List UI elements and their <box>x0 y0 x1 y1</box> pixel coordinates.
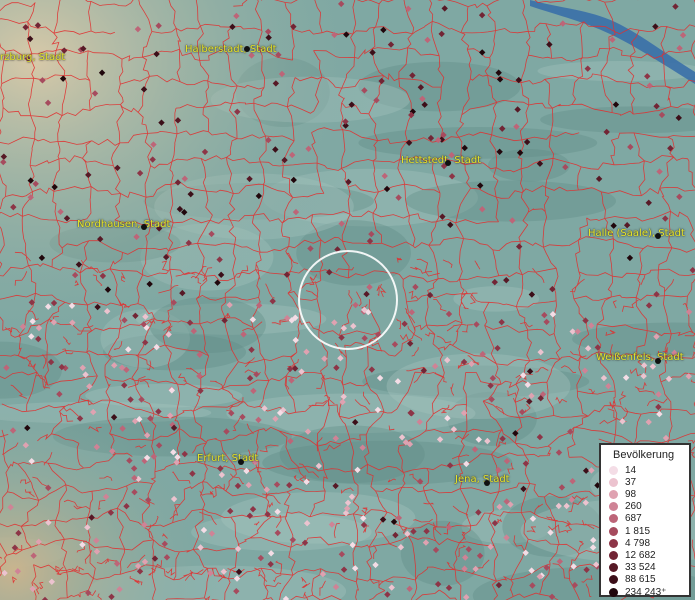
legend-row: 4 798 <box>609 537 650 549</box>
legend-label: 98 <box>625 488 637 500</box>
city-marker <box>244 46 250 52</box>
city-label: rzburg, Stadt <box>0 52 66 63</box>
city-marker <box>655 358 661 364</box>
legend-swatch <box>609 526 618 536</box>
city-marker <box>655 233 661 239</box>
legend-label: 37 <box>625 476 637 488</box>
legend-swatch <box>609 550 618 560</box>
city-label: Erfurt, Stadt <box>197 453 259 464</box>
population-legend: Bevölkerung 14 37 98 260 687 1 815 4 798 12 682… <box>599 443 691 598</box>
legend-row: 88 615 <box>609 574 656 586</box>
legend-swatch <box>609 563 618 573</box>
legend-row: 37 <box>609 476 636 488</box>
legend-row: 98 <box>609 488 636 500</box>
legend-row: 260 <box>609 501 642 513</box>
legend-swatch <box>609 477 618 487</box>
legend-swatch <box>609 465 618 475</box>
legend-label: 260 <box>625 501 642 513</box>
legend-label: 687 <box>625 513 642 525</box>
legend-label: 234 243⁺ <box>625 586 667 598</box>
legend-swatch <box>609 502 618 512</box>
legend-label: 33 524 <box>625 562 656 574</box>
legend-row: 33 524 <box>609 562 656 574</box>
legend-row: 12 682 <box>609 549 656 561</box>
legend-label: 4 798 <box>625 537 651 549</box>
city-marker <box>484 480 490 486</box>
legend-swatch <box>609 538 618 548</box>
city-marker <box>445 160 451 166</box>
legend-swatch <box>609 514 618 524</box>
legend-swatch <box>609 587 618 597</box>
legend-title: Bevölkerung <box>613 449 675 461</box>
legend-row: 14 <box>609 464 636 476</box>
city-marker <box>238 459 244 465</box>
legend-swatch <box>609 489 618 499</box>
city-label: Halberstadt, Stadt <box>185 44 277 55</box>
legend-row: 1 815 <box>609 525 650 537</box>
city-label: Weißenfels, Stadt <box>596 352 684 363</box>
legend-swatch <box>609 575 618 585</box>
legend-label: 88 615 <box>625 574 656 586</box>
legend-row: 234 243⁺ <box>609 586 666 598</box>
legend-label: 14 <box>625 464 637 476</box>
city-marker <box>141 224 147 230</box>
magnifier-lens[interactable] <box>298 250 398 350</box>
legend-label: 1 815 <box>625 525 651 537</box>
city-label: Halle (Saale), Stadt <box>588 228 685 239</box>
city-label: Hettstedt, Stadt <box>401 155 482 166</box>
city-label: Nordhausen, Stadt <box>77 219 171 230</box>
legend-row: 687 <box>609 513 642 525</box>
legend-label: 12 682 <box>625 549 656 561</box>
city-label: Jena, Stadt <box>455 474 510 485</box>
